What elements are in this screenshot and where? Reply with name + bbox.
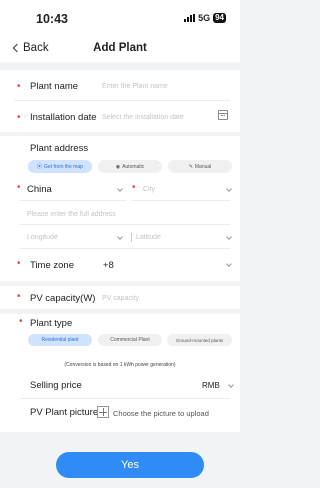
installation-date-row[interactable]: • Installation date Select the installat… <box>0 102 240 132</box>
battery-icon: 94 <box>213 13 226 23</box>
plant-address-label: Plant address <box>30 143 89 154</box>
pv-capacity-label: PV capacity(W) <box>30 293 96 304</box>
basic-info-card: • Plant name Enter the Plant name • Inst… <box>0 70 240 132</box>
plant-name-label: Plant name <box>30 81 79 92</box>
manual-button[interactable]: ✎ Manual <box>168 160 232 173</box>
manual-label: Manual <box>194 163 212 170</box>
divider <box>20 248 230 249</box>
get-from-map-button[interactable]: ⦿ Get from the map <box>28 160 92 173</box>
signal-icon <box>184 14 196 22</box>
ground-mounted-option[interactable]: Ground-mounted plants <box>167 334 232 346</box>
divider <box>132 200 230 201</box>
yes-button[interactable]: Yes <box>56 452 204 478</box>
pencil-icon: ✎ <box>188 163 193 170</box>
pv-plant-picture-label: PV Plant picture <box>30 407 99 418</box>
latitude-input[interactable]: Latitude <box>136 234 161 241</box>
time-zone-value: +8 <box>103 260 114 271</box>
back-button[interactable]: Back <box>12 42 49 54</box>
residential-plant-label: Residential plant <box>41 337 79 343</box>
back-label: Back <box>23 42 49 54</box>
required-marker: • <box>17 291 21 302</box>
required-marker: • <box>17 258 21 269</box>
pv-capacity-input[interactable]: PV capacity <box>102 295 139 302</box>
upload-hint[interactable]: Choose the picture to upload <box>113 409 209 418</box>
divider <box>20 224 230 225</box>
required-marker: • <box>17 112 21 123</box>
status-indicators: 5G 94 <box>184 13 226 23</box>
section-gap <box>0 309 240 314</box>
country-select[interactable]: China <box>27 184 52 195</box>
get-from-map-label: Get from the map <box>44 163 83 170</box>
plant-name-input[interactable]: Enter the Plant name <box>102 83 168 90</box>
network-type: 5G <box>198 13 211 23</box>
divider <box>20 200 126 201</box>
compass-icon: ◉ <box>115 163 121 170</box>
full-address-input[interactable]: Please enter the full address <box>27 211 116 218</box>
plant-name-row[interactable]: • Plant name Enter the Plant name <box>0 71 240 101</box>
installation-date-label: Installation date <box>30 112 97 123</box>
selling-price-label: Selling price <box>30 380 82 391</box>
required-marker: • <box>17 182 21 193</box>
automatic-label: Automatic <box>122 163 145 170</box>
city-select[interactable]: City <box>143 186 155 193</box>
back-chevron-icon <box>12 43 22 53</box>
required-marker: • <box>19 316 23 327</box>
commercial-plant-label: Commercial Plant <box>110 337 150 343</box>
conversion-note: (Conversion is based on 1 kWh power gene… <box>64 362 176 368</box>
nav-bar: Add Plant Back <box>0 34 240 62</box>
currency-select[interactable]: RMB <box>202 381 220 390</box>
plant-type-label: Plant type <box>30 318 73 329</box>
calendar-icon[interactable] <box>218 110 228 120</box>
chevron-down-icon <box>226 261 232 267</box>
time-zone-label: Time zone <box>30 260 74 271</box>
divider <box>14 100 230 101</box>
ground-mounted-label: Ground-mounted plants <box>175 337 224 343</box>
status-time: 10:43 <box>36 12 68 26</box>
divider <box>131 233 132 242</box>
residential-plant-option[interactable]: Residential plant <box>28 334 92 346</box>
time-zone-row[interactable]: • Time zone +8 <box>0 250 240 280</box>
chevron-down-icon <box>228 382 234 388</box>
required-marker: • <box>132 182 136 193</box>
installation-date-input[interactable]: Select the installation date <box>102 114 184 121</box>
status-bar: 10:43 5G 94 <box>0 0 240 34</box>
longitude-input[interactable]: Longitude <box>27 234 58 241</box>
required-marker: • <box>17 81 21 92</box>
automatic-button[interactable]: ◉ Automatic <box>98 160 162 173</box>
divider <box>20 398 230 399</box>
location-pin-icon: ⦿ <box>37 164 43 170</box>
commercial-plant-option[interactable]: Commercial Plant <box>98 334 162 346</box>
selling-price-row[interactable]: Selling price RMB <box>0 373 240 397</box>
add-picture-icon[interactable] <box>97 406 109 418</box>
